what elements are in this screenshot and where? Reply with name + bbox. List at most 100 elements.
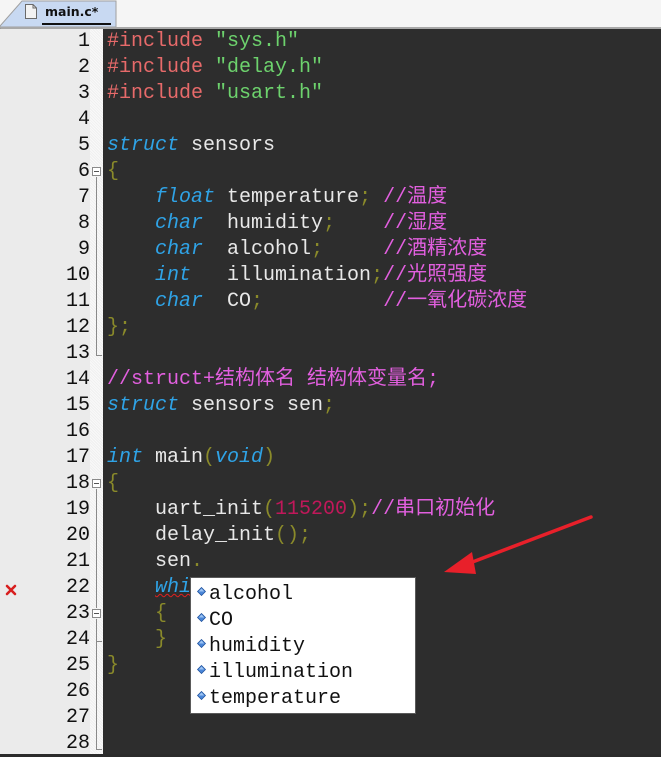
member-diamond-icon xyxy=(197,665,206,675)
line-number: 4 xyxy=(77,108,90,131)
member-diamond-icon xyxy=(197,691,206,701)
token-pn: { xyxy=(107,472,120,495)
code-line[interactable]: int main(void) xyxy=(107,445,275,471)
token-pn: } xyxy=(155,628,168,651)
token-cm: //struct+结构体名 结构体变量名; xyxy=(107,368,440,391)
code-line[interactable]: } xyxy=(107,653,119,679)
code-line[interactable]: #include "sys.h" xyxy=(107,29,299,55)
fold-line-struct xyxy=(96,177,97,355)
token-pn: ( xyxy=(203,446,216,469)
autocomplete-item-label: temperature xyxy=(209,687,342,710)
autocomplete-item-label: illumination xyxy=(209,661,354,684)
code-line[interactable]: delay_init(); xyxy=(107,523,311,549)
token-pn: ) xyxy=(263,446,276,469)
autocomplete-popup: alcohol CO humidity illumination temperature xyxy=(190,577,416,714)
autocomplete-item[interactable]: CO xyxy=(197,608,233,634)
fold-line-main xyxy=(96,489,97,608)
token-kw: char xyxy=(155,212,204,235)
token-text: main xyxy=(143,446,204,469)
fold-line-main-cont xyxy=(96,619,97,749)
code-line[interactable]: #include "usart.h" xyxy=(107,81,323,107)
fold-toggle-main[interactable] xyxy=(92,479,101,488)
token-kw: int xyxy=(155,264,192,287)
code-line[interactable]: { xyxy=(107,159,119,185)
tab-main-c[interactable]: main.c* xyxy=(0,0,117,27)
token-pn: ); xyxy=(347,498,372,521)
line-number: 26 xyxy=(65,680,90,703)
token-pn: { xyxy=(107,160,120,183)
line-number: 10 xyxy=(65,264,90,287)
fold-toggle-struct[interactable] xyxy=(92,167,101,176)
code-line[interactable]: struct sensors sen; xyxy=(107,393,335,419)
code-line[interactable]: uart_init(115200);//串口初始化 xyxy=(107,497,495,523)
member-diamond-icon xyxy=(197,613,206,623)
token-pn: ; xyxy=(311,238,324,261)
autocomplete-item[interactable]: humidity xyxy=(197,634,305,660)
code-line[interactable]: int illumination;//光照强度 xyxy=(107,263,487,289)
token-pn: . xyxy=(191,550,204,573)
code-line[interactable]: { xyxy=(107,471,119,497)
token-text: delay_init xyxy=(107,524,276,547)
token-text: humidity xyxy=(203,212,324,235)
code-line[interactable]: { xyxy=(107,601,167,627)
line-number: 14 xyxy=(65,368,90,391)
code-line[interactable]: char alcohol; //酒精浓度 xyxy=(107,237,487,263)
line-number: 8 xyxy=(77,212,90,235)
token-cm: //光照强度 xyxy=(383,264,488,287)
code-line[interactable]: } xyxy=(107,627,167,653)
code-line[interactable]: #include "delay.h" xyxy=(107,55,323,81)
token-pn: }; xyxy=(107,316,132,339)
line-number: 17 xyxy=(65,446,90,469)
token-text: sensors sen xyxy=(179,394,324,417)
token-text: sen xyxy=(107,550,192,573)
code-line[interactable]: char humidity; //湿度 xyxy=(107,211,447,237)
error-x-icon[interactable] xyxy=(5,584,17,596)
token-cm: //温度 xyxy=(383,186,448,209)
line-number: 13 xyxy=(65,342,90,365)
token-cm: //一氧化碳浓度 xyxy=(383,290,528,313)
code-line[interactable]: }; xyxy=(107,315,131,341)
line-number: 1 xyxy=(77,30,90,53)
code-line[interactable]: char CO; //一氧化碳浓度 xyxy=(107,289,527,315)
token-pn: } xyxy=(107,654,120,677)
token-pn: ; xyxy=(371,264,384,287)
code-line[interactable]: float temperature; //温度 xyxy=(107,185,447,211)
token-text: alcohol xyxy=(203,238,312,261)
autocomplete-item-label: humidity xyxy=(209,635,306,658)
token-kw: char xyxy=(155,290,204,313)
autocomplete-item[interactable]: illumination xyxy=(197,660,353,686)
code-line[interactable]: struct sensors xyxy=(107,133,275,159)
line-number: 5 xyxy=(77,134,90,157)
autocomplete-item[interactable]: temperature xyxy=(197,686,341,712)
line-number: 11 xyxy=(65,290,90,313)
token-pn: ; xyxy=(323,212,336,235)
token-kw: char xyxy=(155,238,204,261)
token-pn: { xyxy=(155,602,168,625)
member-diamond-icon xyxy=(197,587,206,597)
token-pn: ; xyxy=(359,186,372,209)
token-text: temperature xyxy=(215,186,360,209)
line-number-gutter: 1 2 3 4 5 6 7 8 9 10 11 12 13 14 15 16 17 18 19 20 21 22 23 24 2… xyxy=(0,29,90,755)
token-pn: ( xyxy=(263,498,276,521)
fold-toggle-while[interactable] xyxy=(92,609,101,618)
line-number: 21 xyxy=(65,550,90,573)
line-number: 18 xyxy=(65,472,90,495)
code-line[interactable]: sen. xyxy=(107,549,203,575)
line-number: 7 xyxy=(77,186,90,209)
line-number: 15 xyxy=(65,394,90,417)
token-pp: #include xyxy=(107,56,204,79)
autocomplete-item[interactable]: alcohol xyxy=(197,582,293,608)
code-line[interactable]: //struct+结构体名 结构体变量名; xyxy=(107,367,439,393)
